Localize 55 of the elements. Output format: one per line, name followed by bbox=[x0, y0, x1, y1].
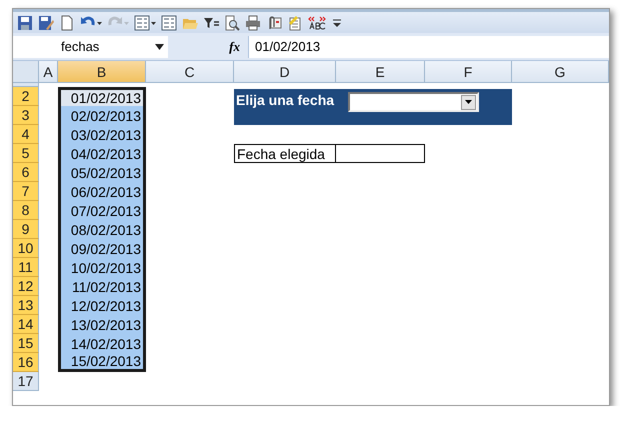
column-header[interactable]: F bbox=[425, 61, 512, 83]
row-header[interactable]: 8 bbox=[13, 201, 39, 220]
column-header[interactable]: E bbox=[336, 61, 425, 83]
row-header[interactable]: 5 bbox=[13, 144, 39, 163]
date-cell: 07/02/2013 bbox=[58, 201, 146, 220]
form-icon[interactable] bbox=[161, 14, 177, 30]
column-header[interactable]: C bbox=[146, 61, 234, 83]
row-header[interactable]: 17 bbox=[13, 372, 39, 391]
date-cell: 06/02/2013 bbox=[58, 182, 146, 201]
date-cell: 08/02/2013 bbox=[58, 220, 146, 239]
row-header[interactable]: 3 bbox=[13, 106, 39, 125]
row-header[interactable]: 15 bbox=[13, 334, 39, 353]
spelling-icon[interactable] bbox=[308, 14, 326, 30]
save-icon[interactable] bbox=[17, 14, 33, 30]
formula-bar[interactable]: 01/02/2013 bbox=[248, 36, 609, 58]
date-cell: 15/02/2013 bbox=[58, 353, 146, 372]
row-header[interactable]: 2 bbox=[13, 87, 39, 106]
printer-icon[interactable] bbox=[245, 14, 261, 30]
row-header[interactable]: 6 bbox=[13, 163, 39, 182]
date-cell: 01/02/2013 bbox=[58, 87, 146, 106]
row-header[interactable]: 13 bbox=[13, 296, 39, 315]
date-cell: 10/02/2013 bbox=[58, 258, 146, 277]
column-header[interactable]: A bbox=[39, 61, 58, 83]
date-cell: 03/02/2013 bbox=[58, 125, 146, 144]
new-document-icon[interactable] bbox=[59, 14, 75, 30]
row-header[interactable]: 16 bbox=[13, 353, 39, 372]
function-icon[interactable]: fx bbox=[229, 38, 240, 54]
date-combo-box[interactable] bbox=[348, 92, 480, 112]
dropdown-caret-icon[interactable] bbox=[155, 44, 164, 50]
result-label: Fecha elegida bbox=[234, 144, 336, 163]
row-header[interactable]: 10 bbox=[13, 239, 39, 258]
form-icon[interactable] bbox=[134, 14, 156, 30]
date-cell: 05/02/2013 bbox=[58, 163, 146, 182]
row-header[interactable]: 14 bbox=[13, 315, 39, 334]
column-header[interactable]: D bbox=[234, 61, 336, 83]
row-header[interactable]: 7 bbox=[13, 182, 39, 201]
date-cell: 14/02/2013 bbox=[58, 334, 146, 353]
dropdown-caret-icon[interactable] bbox=[465, 100, 472, 104]
row-header[interactable]: 9 bbox=[13, 220, 39, 239]
date-cell: 04/02/2013 bbox=[58, 144, 146, 163]
save-as-icon[interactable] bbox=[38, 14, 54, 30]
row-header[interactable]: 11 bbox=[13, 258, 39, 277]
date-cell: 09/02/2013 bbox=[58, 239, 146, 258]
name-box[interactable]: fechas bbox=[13, 36, 168, 58]
date-cell: 12/02/2013 bbox=[58, 296, 146, 315]
date-cell: 02/02/2013 bbox=[58, 106, 146, 125]
date-cell: 11/02/2013 bbox=[58, 277, 146, 296]
date-cell: 13/02/2013 bbox=[58, 315, 146, 334]
row-header[interactable]: 12 bbox=[13, 277, 39, 296]
panel-label: Elija una fecha bbox=[236, 92, 334, 108]
column-header[interactable]: G bbox=[512, 61, 609, 83]
edit-page-icon[interactable] bbox=[287, 14, 303, 30]
magnifier-page-icon[interactable] bbox=[224, 14, 240, 30]
column-header[interactable]: B bbox=[58, 61, 146, 83]
row-header[interactable]: 4 bbox=[13, 125, 39, 144]
